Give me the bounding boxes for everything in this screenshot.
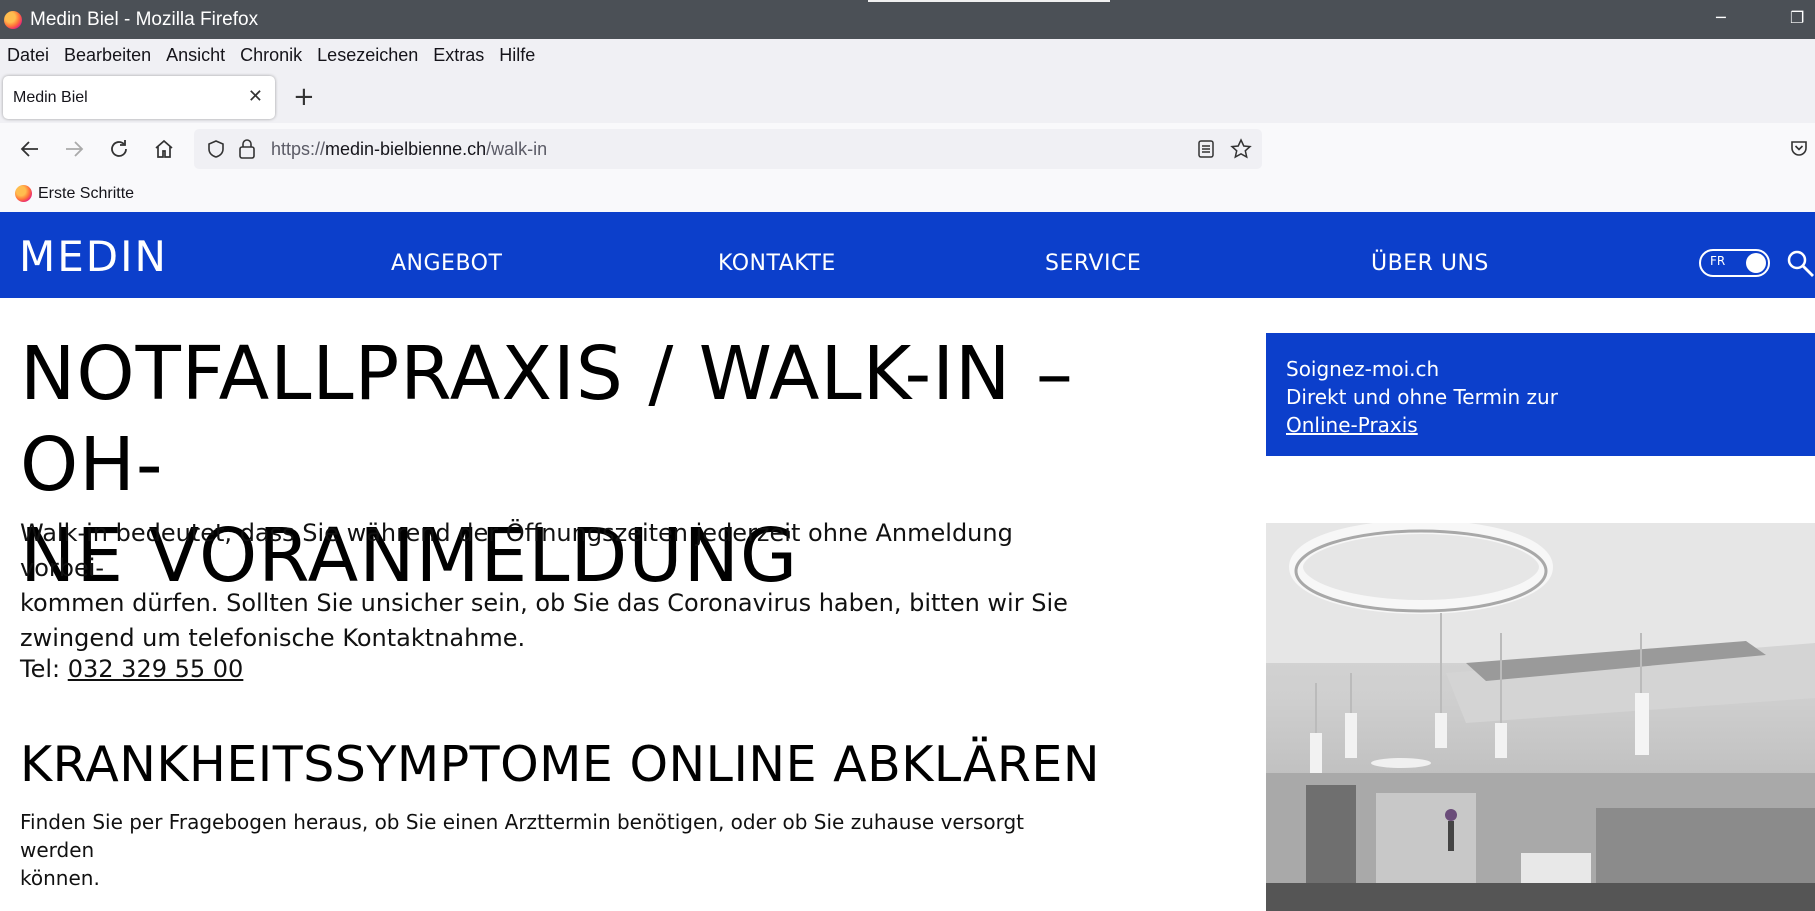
tab-close-icon[interactable]: ✕: [248, 86, 263, 107]
online-practice-promo: Soignez-moi.ch Direkt und ohne Termin zu…: [1266, 333, 1815, 456]
nav-angebot[interactable]: ANGEBOT: [391, 251, 502, 276]
intro-paragraph: Walk-in bedeutet, dass Sie während der Ö…: [20, 516, 1080, 656]
minimize-icon[interactable]: ─: [1716, 8, 1726, 27]
pocket-icon[interactable]: [1789, 138, 1809, 158]
nav-kontakte[interactable]: KONTAKTE: [718, 251, 836, 276]
forward-icon[interactable]: [61, 136, 87, 162]
practice-interior-photo: [1266, 523, 1815, 911]
symptoms-line-2: können.: [20, 866, 100, 890]
window-title: Medin Biel - Mozilla Firefox: [30, 8, 259, 30]
menu-ansicht[interactable]: Ansicht: [166, 45, 225, 66]
tab-bar: Medin Biel ✕ +: [0, 71, 1815, 123]
reader-view-icon[interactable]: [1196, 139, 1216, 159]
menu-lesezeichen[interactable]: Lesezeichen: [317, 45, 418, 66]
toggle-knob: [1746, 253, 1766, 273]
url-prefix: https://: [271, 139, 326, 159]
bookmarks-toolbar: Erste Schritte: [0, 175, 1815, 212]
navigation-toolbar: https://medin-bielbienne.ch/walk-in: [0, 123, 1815, 175]
tel-link[interactable]: 032 329 55 00: [68, 655, 244, 683]
nav-service[interactable]: SERVICE: [1045, 251, 1141, 276]
back-icon[interactable]: [17, 136, 43, 162]
menu-datei[interactable]: Datei: [7, 45, 49, 66]
home-icon[interactable]: [151, 136, 177, 162]
menu-bar: Datei Bearbeiten Ansicht Chronik Lesezei…: [0, 39, 1815, 71]
url-domain: medin-bielbienne.ch: [325, 139, 487, 159]
menu-chronik[interactable]: Chronik: [240, 45, 302, 66]
symptoms-line-1: Finden Sie per Fragebogen heraus, ob Sie…: [20, 810, 1024, 862]
section-heading: KRANKHEITSSYMPTOME ONLINE ABKLÄREN: [20, 736, 1100, 793]
browser-tab[interactable]: Medin Biel ✕: [3, 76, 275, 119]
site-header: MEDIN ANGEBOT KONTAKTE SERVICE ÜBER UNS …: [0, 212, 1815, 298]
url-bar[interactable]: https://medin-bielbienne.ch/walk-in: [194, 129, 1262, 169]
menu-bearbeiten[interactable]: Bearbeiten: [64, 45, 151, 66]
reload-icon[interactable]: [106, 136, 132, 162]
titlebar-highlight: [868, 0, 1110, 2]
online-praxis-link[interactable]: Online-Praxis: [1286, 411, 1418, 439]
menu-extras[interactable]: Extras: [433, 45, 484, 66]
tab-title: Medin Biel: [13, 88, 88, 106]
intro-line-2: kommen dürfen. Sollten Sie unsicher sein…: [20, 589, 1068, 617]
language-label: FR: [1710, 254, 1726, 268]
firefox-bookmark-icon: [15, 185, 32, 202]
symptoms-paragraph: Finden Sie per Fragebogen heraus, ob Sie…: [20, 808, 1060, 892]
telephone-line: Tel: 032 329 55 00: [20, 655, 243, 683]
language-toggle[interactable]: FR: [1699, 249, 1770, 277]
site-logo[interactable]: MEDIN: [19, 232, 168, 281]
promo-line-1: Soignez-moi.ch: [1286, 357, 1440, 381]
url-path: /walk-in: [486, 139, 548, 159]
bookmark-erste-schritte[interactable]: Erste Schritte: [38, 185, 134, 203]
new-tab-icon[interactable]: +: [293, 82, 315, 112]
intro-line-1: Walk-in bedeutet, dass Sie während der Ö…: [20, 519, 1013, 582]
nav-ueber-uns[interactable]: ÜBER UNS: [1371, 251, 1489, 276]
search-icon[interactable]: [1785, 248, 1815, 278]
menu-hilfe[interactable]: Hilfe: [499, 45, 535, 66]
restore-icon[interactable]: ❐: [1790, 8, 1804, 27]
firefox-logo-icon: [4, 10, 22, 29]
tel-label: Tel:: [20, 655, 68, 683]
promo-line-2: Direkt und ohne Termin zur: [1286, 385, 1558, 409]
url-text[interactable]: https://medin-bielbienne.ch/walk-in: [271, 139, 547, 160]
main-content: NOTFALLPRAXIS / WALK-IN – OH- NE VORANME…: [0, 298, 1260, 911]
intro-line-3: zwingend um telefonische Kontaktnahme.: [20, 624, 526, 652]
lock-icon[interactable]: [238, 138, 256, 160]
page-title-line-1: NOTFALLPRAXIS / WALK-IN – OH-: [20, 331, 1074, 508]
shield-icon[interactable]: [206, 139, 226, 159]
bookmark-star-icon[interactable]: [1230, 138, 1252, 160]
window-titlebar: Medin Biel - Mozilla Firefox ─ ❐: [0, 0, 1815, 39]
